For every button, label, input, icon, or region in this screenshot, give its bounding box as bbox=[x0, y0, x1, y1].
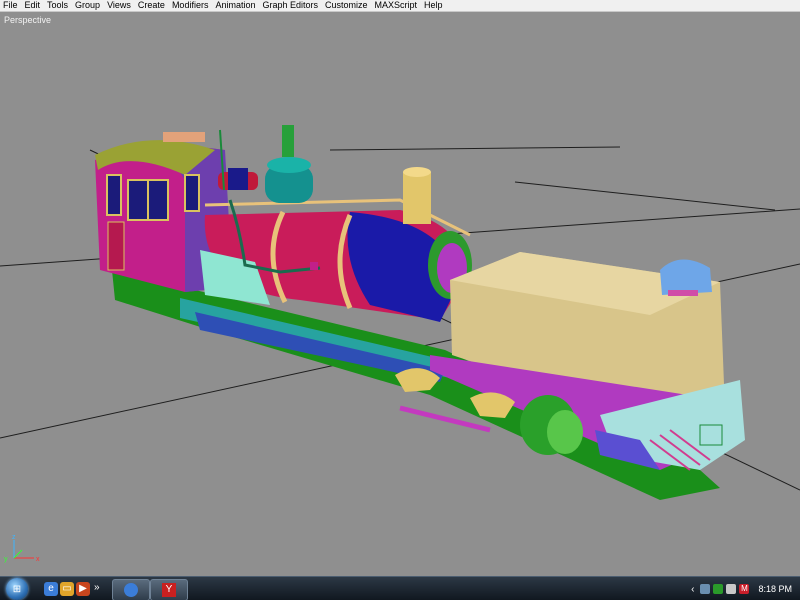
y-axis-label: y bbox=[4, 556, 8, 563]
menu-views[interactable]: Views bbox=[104, 0, 135, 11]
globe-icon bbox=[124, 583, 138, 597]
chimney-top bbox=[403, 167, 431, 177]
chimney bbox=[403, 172, 431, 224]
dome-top bbox=[267, 157, 311, 173]
gmail-icon[interactable]: M bbox=[739, 584, 750, 594]
grid-line bbox=[514, 181, 776, 211]
perspective-viewport[interactable]: Perspective z x y bbox=[0, 12, 800, 576]
whistle bbox=[282, 125, 294, 157]
y-axis bbox=[13, 549, 23, 559]
app-icon: Y bbox=[162, 583, 176, 597]
menu-group[interactable]: Group bbox=[72, 0, 104, 11]
menu-help[interactable]: Help bbox=[421, 0, 447, 11]
ie-icon[interactable]: e bbox=[44, 582, 58, 596]
taskbar-button-explorer[interactable] bbox=[112, 579, 150, 600]
menu-file[interactable]: File bbox=[0, 0, 22, 11]
lamp bbox=[699, 424, 723, 446]
menu-animation[interactable]: Animation bbox=[212, 0, 259, 11]
menu-customize[interactable]: Customize bbox=[322, 0, 372, 11]
volume-icon[interactable] bbox=[726, 584, 737, 594]
system-tray: ‹ M 8:18 PM bbox=[691, 577, 800, 600]
sand-box-cap bbox=[228, 168, 248, 190]
menu-create[interactable]: Create bbox=[135, 0, 169, 11]
axis-gizmo: z x y bbox=[4, 534, 40, 563]
menu-modifiers[interactable]: Modifiers bbox=[169, 0, 213, 11]
security-icon[interactable] bbox=[713, 584, 724, 594]
menu-bar: File Edit Tools Group Views Create Modif… bbox=[0, 0, 800, 12]
cab-window bbox=[106, 174, 122, 216]
start-orb-icon[interactable]: ⊞ bbox=[6, 578, 28, 600]
media-icon[interactable]: ▶ bbox=[76, 582, 90, 596]
menu-edit[interactable]: Edit bbox=[22, 0, 45, 11]
filler-base bbox=[668, 290, 698, 296]
taskbar: ⊞ e ▭ ▶ » Y ‹ M 8:18 PM bbox=[0, 576, 800, 600]
menu-graph-editors[interactable]: Graph Editors bbox=[259, 0, 322, 11]
z-axis-label: z bbox=[12, 534, 16, 541]
viewport-label[interactable]: Perspective bbox=[4, 15, 51, 25]
cab-window bbox=[184, 174, 200, 212]
menu-tools[interactable]: Tools bbox=[44, 0, 72, 11]
network-icon[interactable] bbox=[700, 584, 711, 594]
folder-icon[interactable]: ▭ bbox=[60, 582, 74, 596]
tank-filler bbox=[660, 259, 712, 295]
overflow-chevron[interactable]: » bbox=[94, 582, 100, 593]
tray-expand-chevron[interactable]: ‹ bbox=[691, 584, 694, 595]
scene-svg bbox=[0, 125, 800, 500]
valve bbox=[310, 262, 318, 270]
clock[interactable]: 8:18 PM bbox=[758, 584, 792, 594]
grid-line bbox=[329, 146, 621, 151]
locomotive bbox=[95, 125, 745, 500]
taskbar-button-3dsmax[interactable]: Y bbox=[150, 579, 188, 600]
x-axis-label: x bbox=[36, 556, 40, 563]
wheel-hub bbox=[547, 410, 583, 454]
roof-vent bbox=[163, 132, 205, 142]
menu-maxscript[interactable]: MAXScript bbox=[372, 0, 422, 11]
cab-door bbox=[107, 221, 125, 271]
